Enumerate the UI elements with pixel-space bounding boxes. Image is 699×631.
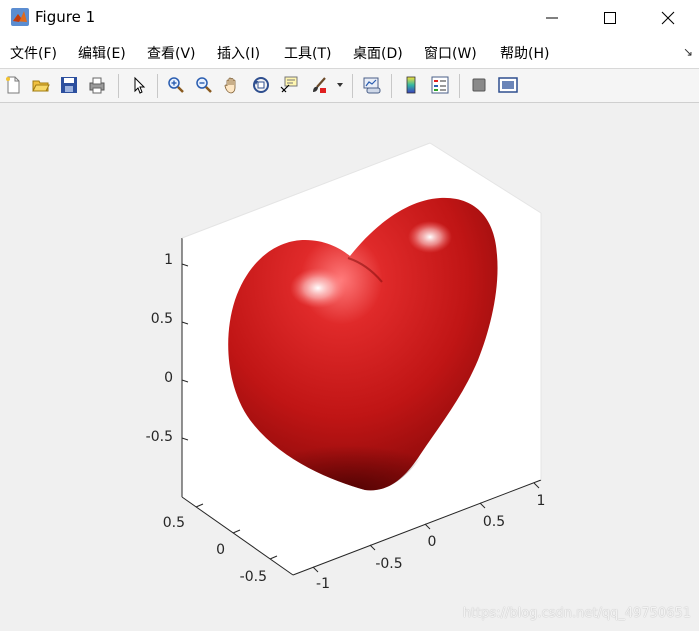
minimize-button[interactable] [523, 0, 581, 35]
legend-icon [431, 76, 449, 94]
minimize-icon [546, 17, 558, 18]
print-button[interactable] [86, 74, 108, 96]
toolbar-separator [352, 74, 353, 98]
link-plot-icon [363, 77, 381, 94]
menu-desktop[interactable]: 桌面(D) [353, 43, 403, 63]
show-plot-tools-button[interactable] [497, 74, 519, 96]
rotate-3d-button[interactable] [250, 74, 272, 96]
colorbar-icon [406, 76, 416, 94]
zoom-out-icon [196, 77, 212, 93]
z-tick-label: 1 [164, 252, 173, 268]
menu-file[interactable]: 文件(F) [10, 43, 57, 63]
open-icon [32, 80, 50, 92]
x-tick-label: -0.5 [375, 556, 402, 572]
brush-button[interactable] [308, 74, 330, 96]
maximize-icon [604, 11, 616, 24]
dock-arrow-icon[interactable]: ↘ [683, 45, 693, 59]
x-tick-label: -1 [316, 576, 330, 592]
brush-dropdown-button[interactable] [334, 74, 346, 96]
figure-canvas[interactable]: 1 0.5 0 -0.5 0.5 0 -0.5 -1 -0.5 0 0.5 1 [0, 103, 699, 631]
show-plot-tools-icon [498, 77, 518, 93]
hide-plot-tools-button[interactable] [468, 74, 490, 96]
open-button[interactable] [30, 74, 52, 96]
window-title: Figure 1 [35, 8, 96, 26]
menu-help[interactable]: 帮助(H) [500, 43, 549, 63]
brush-icon [313, 77, 326, 93]
menu-bar: 文件(F) 编辑(E) 查看(V) 插入(I) 工具(T) 桌面(D) 窗口(W… [0, 35, 699, 69]
new-figure-icon [6, 76, 20, 94]
zoom-out-button[interactable] [193, 74, 215, 96]
hide-plot-tools-icon [472, 78, 486, 92]
data-cursor-button[interactable] [278, 74, 300, 96]
y-tick-label: 0 [216, 542, 225, 558]
menu-edit[interactable]: 编辑(E) [78, 43, 126, 63]
save-icon [61, 77, 77, 93]
toolbar-separator [459, 74, 460, 98]
toolbar-separator [391, 74, 392, 98]
y-tick-label: 0.5 [163, 515, 185, 531]
pan-button[interactable] [221, 74, 243, 96]
pan-hand-icon [224, 77, 236, 94]
figure-toolbar [0, 69, 699, 103]
colorbar-button[interactable] [400, 74, 422, 96]
zoom-in-button[interactable] [165, 74, 187, 96]
z-tick-label: -0.5 [146, 429, 173, 445]
data-cursor-icon [280, 76, 298, 93]
title-bar: Figure 1 [0, 0, 699, 35]
close-button[interactable] [639, 0, 697, 35]
close-icon [661, 11, 675, 24]
menu-tools[interactable]: 工具(T) [284, 43, 331, 63]
print-icon [89, 77, 105, 94]
x-tick-label: 0.5 [483, 514, 505, 530]
select-button[interactable] [128, 74, 150, 96]
save-button[interactable] [58, 74, 80, 96]
maximize-button[interactable] [581, 0, 639, 35]
matlab-icon [11, 8, 29, 26]
select-arrow-icon [134, 76, 146, 94]
x-tick-label: 0 [428, 534, 437, 550]
menu-insert[interactable]: 插入(I) [217, 43, 260, 63]
watermark-text: https://blog.csdn.net/qq_49750651 [462, 606, 691, 621]
link-plot-button[interactable] [361, 74, 383, 96]
toolbar-separator [118, 74, 119, 98]
z-tick-label: 0.5 [151, 311, 173, 327]
z-tick-label: 0 [164, 370, 173, 386]
new-figure-button[interactable] [2, 74, 24, 96]
rotate-3d-icon [253, 77, 269, 93]
legend-button[interactable] [429, 74, 451, 96]
toolbar-separator [157, 74, 158, 98]
zoom-in-icon [168, 77, 184, 93]
menu-view[interactable]: 查看(V) [147, 43, 196, 63]
x-tick-label: 1 [537, 493, 546, 509]
menu-window[interactable]: 窗口(W) [424, 43, 477, 63]
brush-dropdown-icon [337, 83, 343, 87]
y-tick-label: -0.5 [240, 569, 267, 585]
